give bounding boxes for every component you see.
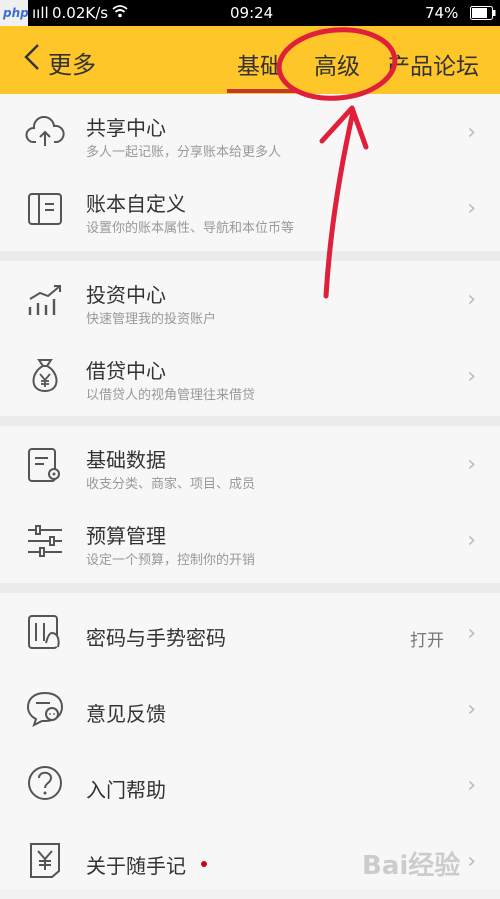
password-status: 打开: [410, 631, 444, 651]
basic-data-subtitle: 收支分类、商家、项目、成员: [86, 477, 256, 492]
list-item-basic-data[interactable]: 基础数据 收支分类、商家、项目、成员 ›: [0, 426, 500, 502]
notification-dot: [201, 861, 207, 867]
network-speed: 0.02K/s: [52, 4, 109, 22]
section-divider: [0, 583, 500, 593]
sliders-icon: [24, 520, 66, 562]
list-item-lending[interactable]: 借贷中心 以借贷人的视角管理往来借贷 ›: [0, 338, 500, 414]
chevron-right-icon: ›: [467, 364, 476, 389]
chevron-right-icon: ›: [467, 287, 476, 312]
chevron-right-icon: ›: [467, 196, 476, 221]
book-custom-subtitle: 设置你的账本属性、导航和本位币等: [86, 221, 295, 236]
lending-subtitle: 以借贷人的视角管理往来借贷: [86, 388, 256, 403]
share-center-title: 共享中心: [86, 116, 166, 140]
chevron-right-icon: ›: [467, 773, 476, 798]
section-divider: [0, 416, 500, 426]
top-header: 更多 基础 高级 产品论坛: [0, 26, 500, 94]
chat-icon: [24, 687, 66, 729]
budget-title: 预算管理: [86, 524, 166, 548]
book-custom-title: 账本自定义: [86, 192, 186, 216]
investment-title: 投资中心: [86, 283, 166, 307]
section-divider: [0, 251, 500, 261]
signal-text: ııll: [32, 4, 49, 22]
password-title: 密码与手势密码: [86, 626, 226, 650]
back-icon[interactable]: [22, 42, 42, 79]
list-item-budget[interactable]: 预算管理 设定一个预算，控制你的开销 ›: [0, 502, 500, 578]
list-item-feedback[interactable]: 意见反馈 ›: [0, 671, 500, 747]
tab-indicator: [227, 89, 299, 93]
cloud-upload-icon: [24, 112, 66, 154]
section-data: 基础数据 收支分类、商家、项目、成员 › 预算管理 设定一个预算，控制你的开销 …: [0, 426, 500, 583]
tab-basic[interactable]: 基础: [237, 47, 283, 81]
yen-icon: [24, 839, 66, 881]
help-title: 入门帮助: [86, 778, 166, 802]
chart-icon: [24, 279, 66, 321]
chevron-right-icon: ›: [467, 528, 476, 553]
list-item-investment[interactable]: 投资中心 快速管理我的投资账户 ›: [0, 261, 500, 337]
battery-icon: [470, 6, 496, 24]
about-title: 关于随手记: [86, 854, 186, 878]
lock-gesture-icon: [24, 611, 66, 653]
book-icon: [24, 188, 66, 230]
list-item-password[interactable]: 密码与手势密码 打开 ›: [0, 595, 500, 671]
data-settings-icon: [24, 444, 66, 486]
investment-subtitle: 快速管理我的投资账户: [86, 312, 217, 327]
baidu-jingyan-watermark: Bai经验: [362, 851, 461, 881]
chevron-right-icon: ›: [467, 697, 476, 722]
status-bar: php ııll 0.02K/s 09:24 74%: [0, 0, 500, 26]
back-button[interactable]: 更多: [48, 45, 96, 80]
tab-forum[interactable]: 产品论坛: [387, 47, 479, 81]
list-item-share-center[interactable]: 共享中心 多人一起记账，分享账本给更多人 ›: [0, 94, 500, 170]
status-time: 09:24: [230, 4, 274, 22]
list-item-help[interactable]: 入门帮助 ›: [0, 747, 500, 823]
battery-percent: 74%: [425, 4, 459, 22]
wifi-icon: [112, 3, 128, 23]
chevron-right-icon: ›: [467, 452, 476, 477]
section-finance: 投资中心 快速管理我的投资账户 › 借贷中心 以借贷人的视角管理往来借贷 ›: [0, 261, 500, 416]
feedback-title: 意见反馈: [86, 702, 166, 726]
php-logo: php: [0, 0, 29, 26]
section-sharing: 共享中心 多人一起记账，分享账本给更多人 › 账本自定义 设置你的账本属性、导航…: [0, 94, 500, 251]
chevron-right-icon: ›: [467, 120, 476, 145]
money-bag-icon: [24, 354, 66, 396]
chevron-right-icon: ›: [467, 621, 476, 646]
lending-title: 借贷中心: [86, 359, 166, 383]
budget-subtitle: 设定一个预算，控制你的开销: [86, 553, 256, 568]
basic-data-title: 基础数据: [86, 448, 166, 472]
tab-advanced[interactable]: 高级: [314, 47, 360, 81]
chevron-right-icon: ›: [467, 849, 476, 874]
help-icon: [24, 763, 66, 805]
share-center-subtitle: 多人一起记账，分享账本给更多人: [86, 145, 282, 160]
list-item-book-custom[interactable]: 账本自定义 设置你的账本属性、导航和本位币等 ›: [0, 170, 500, 246]
